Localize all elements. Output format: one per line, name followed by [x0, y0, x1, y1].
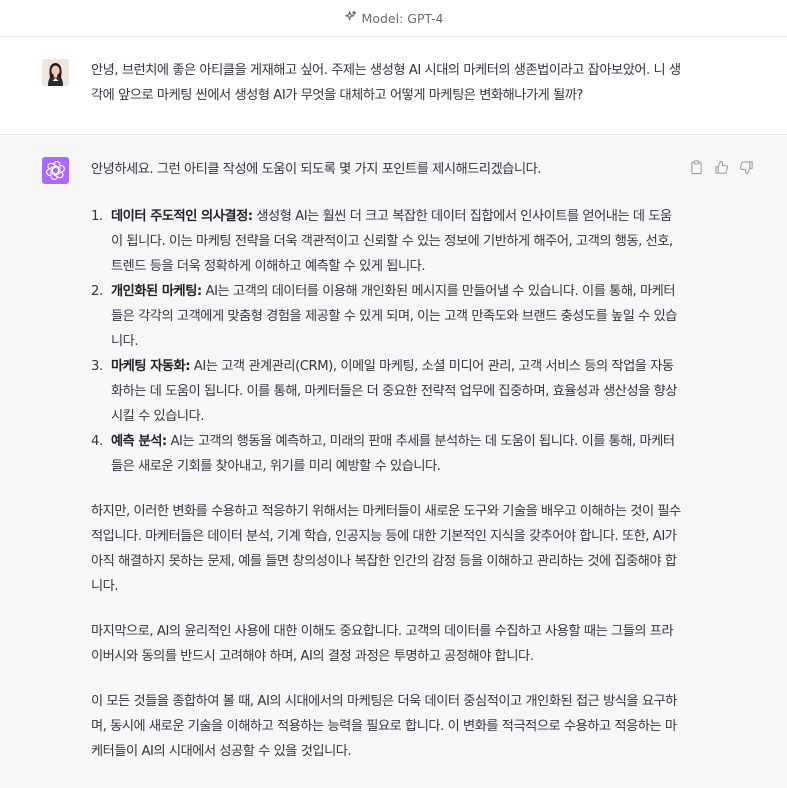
list-number: 2. — [91, 284, 103, 299]
message-actions — [689, 160, 754, 175]
point-title: 데이터 주도적인 의사결정: — [111, 209, 253, 224]
assistant-paragraph: 이 모든 것들을 종합하여 볼 때, AI의 시대에서의 마케팅은 더욱 데이터… — [91, 694, 677, 759]
thumbs-up-icon[interactable] — [714, 160, 729, 175]
point-body: AI는 고객의 행동을 예측하고, 미래의 판매 추세를 분석하는 데 도움이 … — [111, 434, 675, 474]
point-title: 예측 분석: — [111, 434, 167, 449]
list-item: 1. 데이터 주도적인 의사결정: 생성형 AI는 훨씬 더 크고 복잡한 데이… — [91, 204, 681, 279]
sparkle-icon — [344, 10, 357, 26]
thumbs-down-icon[interactable] — [739, 160, 754, 175]
model-header: Model: GPT-4 — [0, 0, 787, 37]
list-number: 4. — [91, 434, 103, 449]
model-label: Model: GPT-4 — [361, 10, 444, 26]
assistant-intro: 안녕하세요. 그런 아티클 작성에 도움이 되도록 몇 가지 포인트를 제시해드… — [91, 162, 542, 177]
user-avatar — [42, 59, 69, 86]
list-item: 4. 예측 분석: AI는 고객의 행동을 예측하고, 미래의 판매 추세를 분… — [91, 429, 681, 479]
list-item: 2. 개인화된 마케팅: AI는 고객의 데이터를 이용해 개인화된 메시지를 … — [91, 279, 681, 354]
points-list: 1. 데이터 주도적인 의사결정: 생성형 AI는 훨씬 더 크고 복잡한 데이… — [91, 204, 681, 479]
openai-logo-icon — [42, 157, 69, 184]
list-number: 1. — [91, 209, 103, 224]
clipboard-icon[interactable] — [689, 160, 704, 175]
user-message-text: 안녕, 브런치에 좋은 아티클을 게재해고 싶어. 주제는 생성형 AI 시대의… — [91, 63, 681, 103]
assistant-paragraph: 마지막으로, AI의 윤리적인 사용에 대한 이해도 중요합니다. 고객의 데이… — [91, 624, 674, 664]
assistant-message: 안녕하세요. 그런 아티클 작성에 도움이 되도록 몇 가지 포인트를 제시해드… — [0, 136, 787, 788]
list-item: 3. 마케팅 자동화: AI는 고객 관계관리(CRM), 이메일 마케팅, 소… — [91, 354, 681, 429]
assistant-message-content: 안녕하세요. 그런 아티클 작성에 도움이 되도록 몇 가지 포인트를 제시해드… — [91, 157, 681, 784]
point-title: 마케팅 자동화: — [111, 359, 191, 374]
assistant-paragraph: 하지만, 이러한 변화를 수용하고 적응하기 위해서는 마케터들이 새로운 도구… — [91, 504, 681, 594]
list-number: 3. — [91, 359, 103, 374]
point-body: AI는 고객 관계관리(CRM), 이메일 마케팅, 소셜 미디어 관리, 고객… — [111, 359, 677, 424]
point-title: 개인화된 마케팅: — [111, 284, 202, 299]
user-message: 안녕, 브런치에 좋은 아티클을 게재해고 싶어. 주제는 생성형 AI 시대의… — [0, 38, 787, 135]
